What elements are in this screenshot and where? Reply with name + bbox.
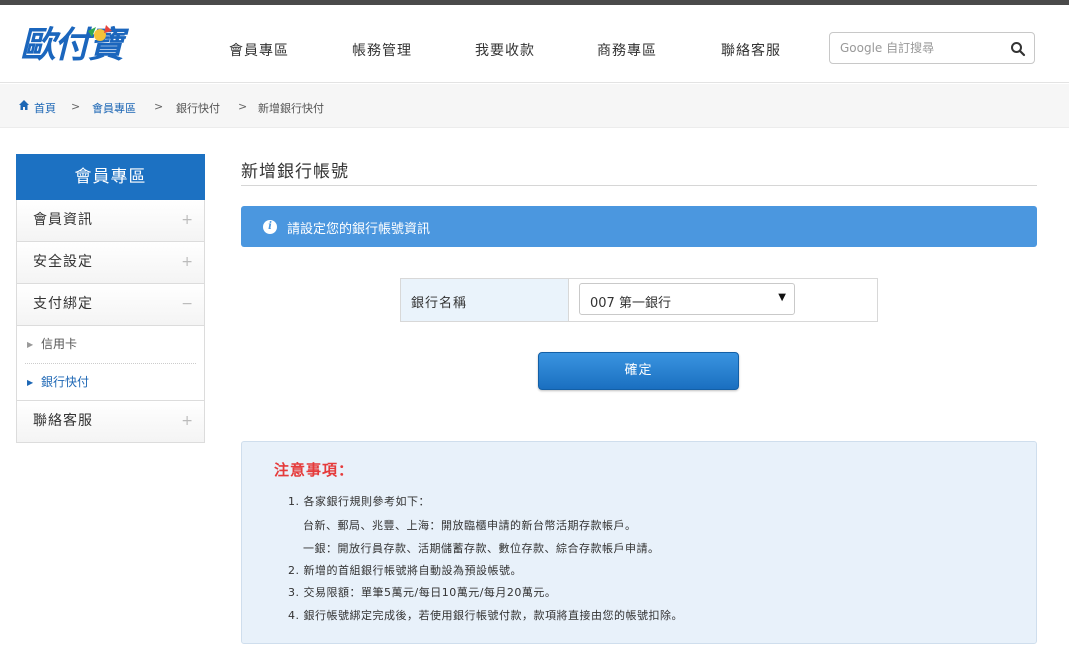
- notice-line: 4. 銀行帳號綁定完成後，若使用銀行帳號付款，款項將直接由您的帳號扣除。: [288, 609, 683, 622]
- svg-text:歐付寶: 歐付寶: [20, 25, 130, 66]
- search-box: [829, 32, 1035, 64]
- page-title: 新增銀行帳號: [241, 162, 349, 182]
- notice-title: 注意事項：: [274, 461, 355, 479]
- site-header: 歐付寶 會員專區 帳務管理 我要收款 商務專區 聯絡客服: [0, 5, 1069, 83]
- notice-line: 2. 新增的首組銀行帳號將自動設為預設帳號。: [288, 564, 522, 577]
- nav-business[interactable]: 商務專區: [597, 40, 657, 60]
- nav-contact[interactable]: 聯絡客服: [721, 40, 781, 60]
- sidebar-heading: 會員專區: [16, 154, 205, 200]
- sidebar-item-label: 安全設定: [33, 254, 93, 270]
- bank-select[interactable]: 007 第一銀行 ▼: [579, 283, 795, 315]
- sidebar-submenu: ▶ 信用卡 ▶ 銀行快付: [16, 326, 205, 401]
- search-input[interactable]: [840, 38, 1000, 58]
- sidebar-item-member-info[interactable]: 會員資訊 +: [16, 200, 205, 242]
- sidebar-item-payment-binding[interactable]: 支付綁定 −: [16, 284, 205, 326]
- sidebar-item-label: 會員資訊: [33, 212, 93, 228]
- notice-line: 3. 交易限額：單筆5萬元/每日10萬元/每月20萬元。: [288, 586, 557, 599]
- site-logo[interactable]: 歐付寶: [18, 19, 153, 69]
- sidebar-subitem-label: 銀行快付: [41, 375, 90, 389]
- breadcrumb-bank[interactable]: 銀行快付: [176, 100, 220, 116]
- title-divider: [241, 185, 1037, 186]
- notice-line: 台新、郵局、兆豐、上海：開放臨櫃申請的新台幣活期存款帳戶。: [303, 519, 637, 532]
- sidebar-item-security[interactable]: 安全設定 +: [16, 242, 205, 284]
- triangle-right-icon: ▶: [27, 378, 34, 387]
- sidebar-subitem-label: 信用卡: [41, 337, 78, 351]
- bank-select-value: 007 第一銀行: [590, 296, 671, 311]
- nav-member[interactable]: 會員專區: [229, 40, 289, 60]
- form-label-cell: 銀行名稱: [401, 279, 569, 321]
- info-text: 請設定您的銀行帳號資訊: [287, 222, 431, 237]
- search-icon[interactable]: [1010, 41, 1026, 57]
- breadcrumb-member[interactable]: 會員專區: [92, 100, 136, 116]
- info-icon: i: [263, 220, 277, 234]
- expand-icon: +: [181, 212, 194, 228]
- bank-form: 銀行名稱 007 第一銀行 ▼: [400, 278, 878, 322]
- collapse-icon: −: [181, 296, 194, 312]
- breadcrumb-separator: >: [71, 100, 81, 113]
- breadcrumb: 首頁 > 會員專區 > 銀行快付 > 新增銀行快付: [0, 84, 1069, 128]
- logo-graphic: 歐付寶: [20, 25, 132, 66]
- sidebar-subitem-credit-card[interactable]: ▶ 信用卡: [25, 326, 196, 363]
- triangle-right-icon: ▶: [27, 340, 34, 349]
- nav-accounting[interactable]: 帳務管理: [352, 40, 412, 60]
- nav-receive-payment[interactable]: 我要收款: [475, 40, 535, 60]
- breadcrumb-current: 新增銀行快付: [258, 102, 324, 115]
- sidebar-item-contact[interactable]: 聯絡客服 +: [16, 401, 205, 443]
- bank-name-label: 銀行名稱: [411, 296, 468, 311]
- sidebar-item-label: 支付綁定: [33, 296, 93, 312]
- sidebar: 會員專區 會員資訊 + 安全設定 + 支付綁定 − ▶ 信用卡 ▶ 銀行快付 聯…: [16, 154, 205, 443]
- info-banner: i 請設定您的銀行帳號資訊: [241, 206, 1037, 247]
- breadcrumb-separator: >: [238, 100, 248, 113]
- breadcrumb-separator: >: [154, 100, 164, 113]
- sidebar-item-label: 聯絡客服: [33, 413, 93, 429]
- confirm-button[interactable]: 確定: [538, 352, 739, 390]
- notice-line: 一銀：開放行員存款、活期儲蓄存款、數位存款、綜合存款帳戶申請。: [303, 542, 660, 555]
- expand-icon: +: [181, 413, 194, 429]
- sidebar-subitem-bank-pay[interactable]: ▶ 銀行快付: [25, 363, 196, 400]
- notice-panel: 注意事項： 1. 各家銀行規則參考如下： 台新、郵局、兆豐、上海：開放臨櫃申請的…: [241, 441, 1037, 644]
- caret-down-icon: ▼: [778, 292, 786, 303]
- notice-line: 1. 各家銀行規則參考如下：: [288, 495, 430, 508]
- home-icon[interactable]: [18, 99, 30, 111]
- breadcrumb-home[interactable]: 首頁: [34, 100, 56, 116]
- expand-icon: +: [181, 254, 194, 270]
